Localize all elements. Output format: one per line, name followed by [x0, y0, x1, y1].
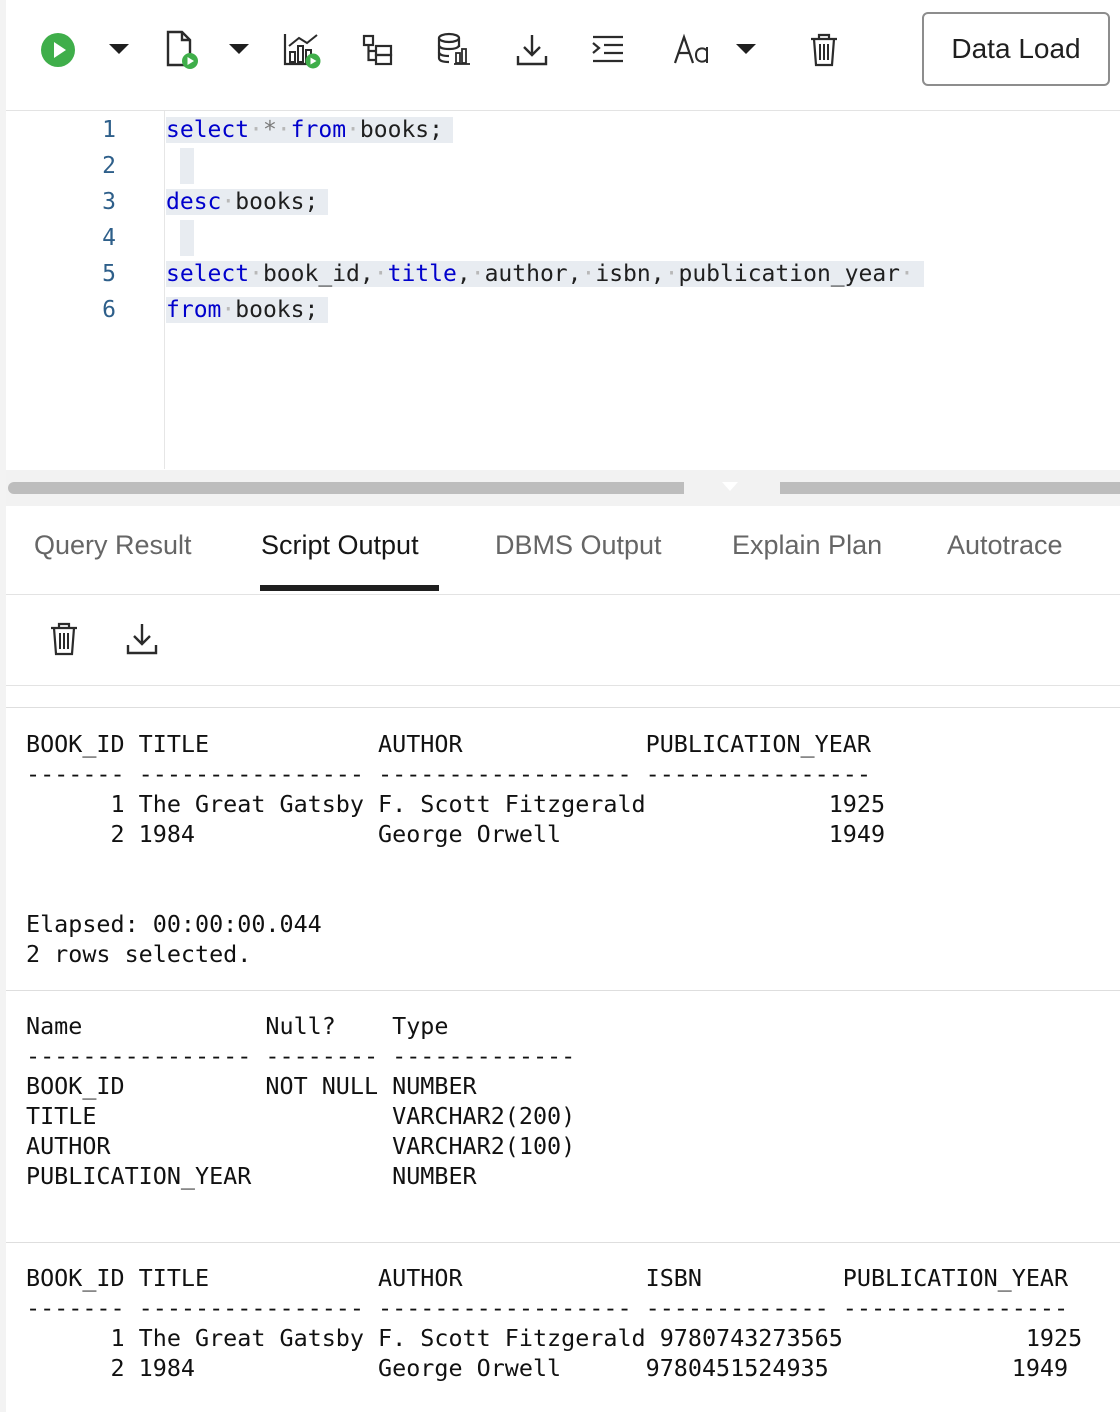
code-line[interactable]	[166, 148, 194, 184]
collapse-handle-icon[interactable]	[722, 482, 738, 491]
output-toolbar	[6, 595, 1120, 686]
run-icon[interactable]	[34, 26, 82, 74]
font-size-icon[interactable]	[668, 26, 716, 74]
sql-token: isbn,	[595, 261, 665, 287]
script-output: BOOK_ID TITLE AUTHOR PUBLICATION_YEAR --…	[6, 686, 1120, 1412]
line-number: 6	[102, 297, 116, 323]
output-divider	[6, 1242, 1120, 1243]
tab-query-result[interactable]: Query Result	[34, 530, 192, 590]
active-tab-indicator	[260, 585, 439, 591]
run-script-options-chevron-down-icon[interactable]	[228, 40, 250, 58]
whitespace-marker: ·	[221, 297, 236, 323]
whitespace-marker: ·	[249, 117, 263, 143]
splitter-bar[interactable]	[780, 482, 1120, 494]
code-line-highlight: desc·books;	[166, 189, 329, 215]
output-divider	[6, 707, 1120, 708]
trash-icon[interactable]	[42, 617, 86, 661]
tab-autotrace[interactable]: Autotrace	[947, 530, 1063, 590]
data-load-button[interactable]: Data Load	[922, 12, 1110, 86]
run-script-icon[interactable]	[158, 26, 206, 74]
tab-dbms-output[interactable]: DBMS Output	[495, 530, 662, 590]
output-divider	[6, 990, 1120, 991]
code-line-highlight: select·*·from·books;	[166, 117, 454, 143]
sql-token: books;	[359, 117, 444, 143]
sql-token: books;	[235, 189, 319, 215]
code-line-highlight: select·book_id,·title,·author,·isbn,·pub…	[166, 261, 924, 287]
download-icon[interactable]	[120, 617, 164, 661]
sql-keyword: desc	[166, 189, 222, 215]
sql-token: books;	[235, 297, 319, 323]
sql-keyword: from	[166, 297, 222, 323]
code-line[interactable]	[166, 220, 194, 256]
format-icon[interactable]	[584, 26, 632, 74]
line-number-gutter: 1 2 3 4 5 6	[6, 111, 165, 469]
line-number: 3	[102, 189, 116, 215]
line-number: 1	[102, 117, 116, 143]
describe-result-text: Name Null? Type ---------------- -------…	[26, 1012, 576, 1190]
sql-keyword: select	[166, 117, 250, 143]
code-line[interactable]: select·*·from·books;	[166, 112, 454, 148]
code-line[interactable]: desc·books;	[166, 184, 329, 220]
run-options-chevron-down-icon[interactable]	[108, 40, 130, 58]
whitespace-marker: ·	[346, 117, 360, 143]
whitespace-marker: ·	[276, 117, 291, 143]
query-result-text: BOOK_ID TITLE AUTHOR PUBLICATION_YEAR --…	[26, 730, 886, 848]
whitespace-marker: ·	[470, 261, 485, 287]
whitespace-marker: ·	[221, 189, 236, 215]
elapsed-status-text: Elapsed: 00:00:00.044 2 rows selected.	[26, 910, 322, 968]
whitespace-marker: ·	[249, 261, 263, 287]
whitespace-marker: ·	[900, 261, 914, 287]
trash-icon[interactable]	[800, 26, 848, 74]
autotrace-icon[interactable]	[354, 26, 402, 74]
explain-plan-icon[interactable]	[278, 26, 326, 74]
query-result-text: BOOK_ID TITLE AUTHOR ISBN PUBLICATION_YE…	[26, 1264, 1083, 1382]
code-line-highlight: from·books;	[166, 297, 329, 323]
sql-token: author,	[484, 261, 582, 287]
sql-keyword: from	[290, 117, 347, 143]
editor-toolbar: Data Load	[6, 0, 1120, 111]
pane-splitter[interactable]	[6, 470, 1120, 506]
sql-token: book_id,	[262, 261, 374, 287]
code-line-highlight	[180, 148, 194, 184]
sql-token: ,	[456, 261, 471, 287]
code-line[interactable]: from·books;	[166, 292, 329, 328]
splitter-bar[interactable]	[8, 482, 684, 494]
whitespace-marker: ·	[664, 261, 679, 287]
sql-keyword: title	[387, 261, 457, 287]
sql-token: publication_year	[678, 261, 901, 287]
tab-script-output[interactable]: Script Output	[261, 530, 419, 590]
whitespace-marker: ·	[581, 261, 596, 287]
sql-editor[interactable]: 1 2 3 4 5 6 select·*·from·books; desc·boo…	[6, 111, 1120, 469]
output-tabs: Query Result Script Output DBMS Output E…	[6, 508, 1120, 595]
download-icon[interactable]	[508, 26, 556, 74]
sql-keyword: select	[166, 261, 250, 287]
font-size-chevron-down-icon[interactable]	[735, 40, 757, 58]
sql-token: *	[262, 117, 277, 143]
code-line-highlight	[180, 220, 194, 256]
line-number: 5	[102, 261, 116, 287]
code-line[interactable]: select·book_id,·title,·author,·isbn,·pub…	[166, 256, 924, 292]
line-number: 4	[102, 225, 116, 251]
line-number: 2	[102, 153, 116, 179]
tab-explain-plan[interactable]: Explain Plan	[732, 530, 882, 590]
whitespace-marker: ·	[373, 261, 388, 287]
sql-history-icon[interactable]	[430, 26, 478, 74]
